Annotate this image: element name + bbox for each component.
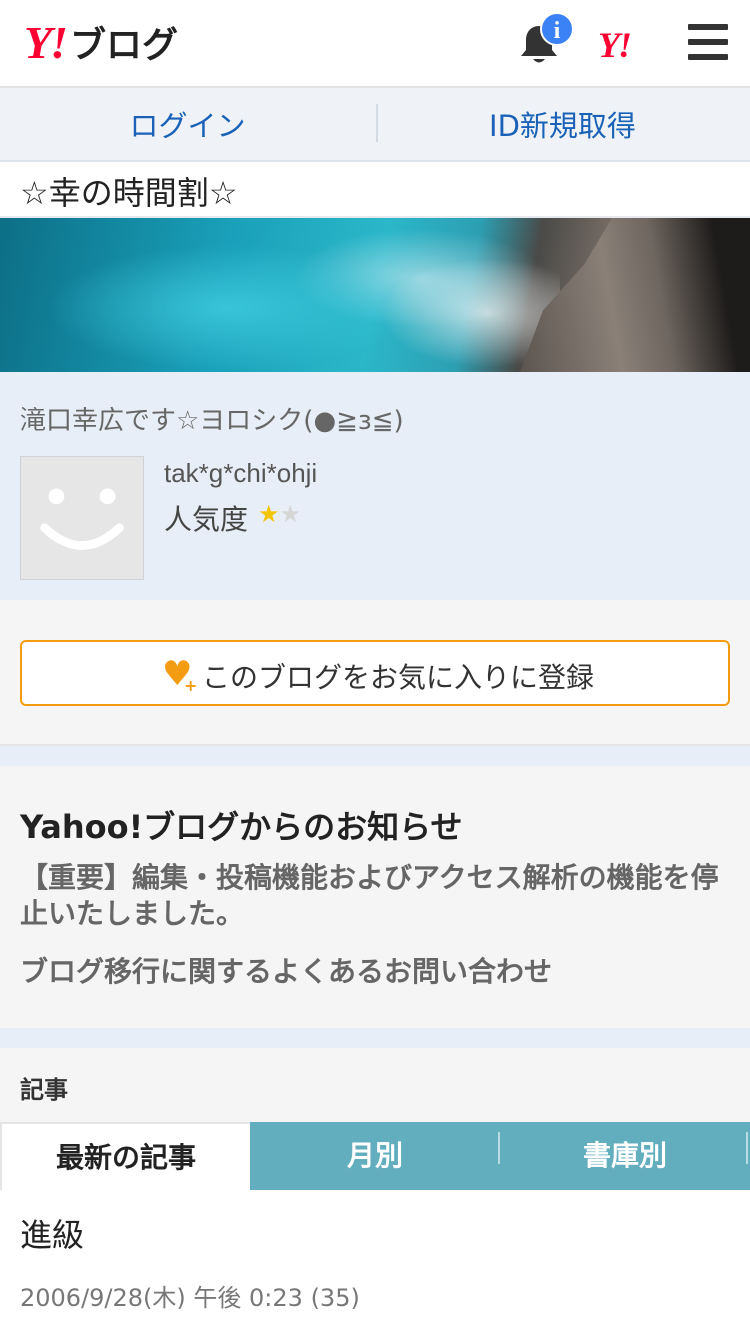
blog-title-bar: ☆幸の時間割☆ — [0, 162, 750, 218]
popularity-stars: ★★ — [258, 500, 301, 528]
yahoo-logo-mark: Y! — [24, 16, 68, 68]
auth-divider — [376, 104, 378, 142]
notice-item-important[interactable]: 【重要】編集・投稿機能およびアクセス解析の機能を停止いたしました。 — [20, 860, 734, 932]
blog-profile: 滝口幸広です☆ヨロシク(●≧з≦) tak*g*chi*ohji 人気度 ★★ — [0, 372, 750, 600]
add-favorite-label: このブログをお気に入りに登録 — [202, 661, 595, 694]
star-filled-icon: ★ — [258, 500, 280, 528]
popularity-label: 人気度 — [164, 503, 249, 536]
tab-archive[interactable]: 書庫別 — [500, 1122, 750, 1190]
post-meta: 2006/9/28(木) 午後 0:23 (35) — [20, 1284, 360, 1312]
favorite-section: ♥ + このブログをお気に入りに登録 — [0, 600, 750, 746]
article-tabs: 最新の記事 月別 書庫別 — [0, 1122, 750, 1190]
blog-banner-image — [0, 218, 750, 372]
post-title[interactable]: 進級 — [20, 1210, 84, 1256]
articles-heading: 記事 — [20, 1076, 68, 1104]
plus-icon: + — [184, 676, 198, 695]
menu-bar — [688, 24, 728, 30]
avatar[interactable] — [20, 456, 144, 580]
blog-title[interactable]: ☆幸の時間割☆ — [20, 168, 237, 214]
auth-bar: ログイン ID新規取得 — [0, 88, 750, 162]
logo-text: ブログ — [70, 25, 179, 66]
yahoo-home-icon[interactable]: Y! — [598, 24, 632, 66]
articles-section: 記事 最新の記事 月別 書庫別 進級 2006/9/28(木) 午後 0:23 … — [0, 1048, 750, 1334]
signup-link[interactable]: ID新規取得 — [375, 88, 750, 160]
app-header: Y! ブログ i Y! — [0, 0, 750, 88]
yahoo-blog-logo[interactable]: Y! ブログ — [24, 16, 178, 68]
star-empty-icon: ★ — [279, 500, 302, 528]
tab-divider — [746, 1132, 748, 1164]
section-gap — [0, 746, 750, 766]
list-item[interactable]: 進級 2006/9/28(木) 午後 0:23 (35) — [0, 1190, 750, 1334]
menu-bar — [688, 54, 728, 60]
notice-item-faq[interactable]: ブログ移行に関するよくあるお問い合わせ — [20, 950, 552, 990]
blog-description: 滝口幸広です☆ヨロシク(●≧з≦) — [20, 406, 404, 436]
menu-icon[interactable] — [688, 24, 728, 62]
tab-monthly[interactable]: 月別 — [250, 1122, 500, 1190]
notice-section: Yahoo!ブログからのお知らせ 【重要】編集・投稿機能およびアクセス解析の機能… — [0, 766, 750, 1028]
login-link[interactable]: ログイン — [0, 88, 375, 160]
user-id[interactable]: tak*g*chi*ohji — [164, 458, 317, 489]
menu-bar — [688, 39, 728, 45]
section-gap — [0, 1028, 750, 1048]
notice-heading: Yahoo!ブログからのお知らせ — [20, 808, 463, 846]
add-favorite-button[interactable]: ♥ + このブログをお気に入りに登録 — [20, 640, 730, 706]
tab-latest[interactable]: 最新の記事 — [0, 1122, 250, 1190]
notification-badge[interactable]: i — [540, 12, 574, 46]
